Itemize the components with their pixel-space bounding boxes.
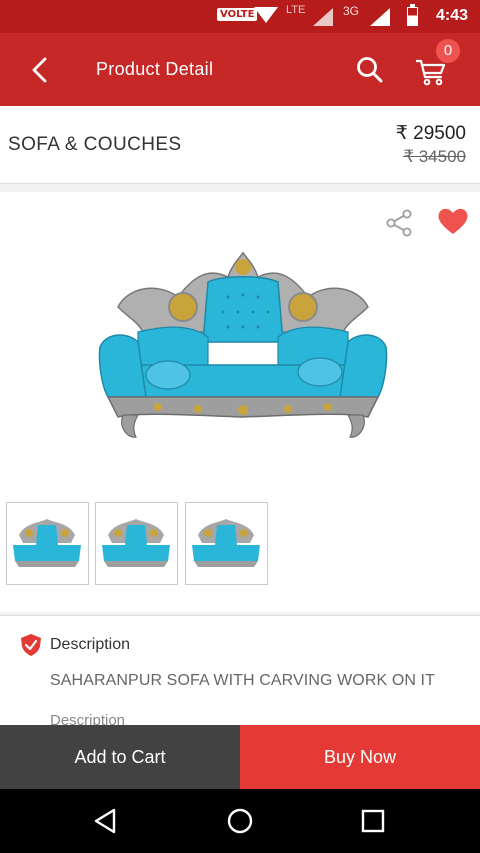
status-bar: VOLTE LTE 3G 4:43 — [0, 0, 480, 33]
shield-check-icon — [21, 634, 41, 656]
thumbnail-1[interactable] — [6, 502, 89, 585]
nav-recents-icon[interactable] — [359, 807, 387, 835]
heart-icon[interactable] — [437, 206, 469, 236]
product-header: SOFA & COUCHES ₹ 29500 ₹ 34500 — [0, 106, 480, 184]
product-price: ₹ 29500 — [395, 123, 466, 144]
clock: 4:43 — [435, 7, 468, 24]
nav-home-icon[interactable] — [226, 807, 254, 835]
product-name: SOFA & COUCHES — [8, 134, 182, 155]
back-arrow-icon[interactable] — [26, 55, 56, 85]
thumbnail-3[interactable] — [185, 502, 268, 585]
system-nav-bar — [0, 789, 480, 853]
volte-indicator: VOLTE — [217, 8, 258, 21]
share-icon[interactable] — [384, 208, 414, 238]
description-section: Description SAHARANPUR SOFA WITH CARVING… — [0, 615, 480, 730]
battery-icon — [407, 4, 418, 26]
signal-icon — [370, 8, 390, 26]
search-icon[interactable] — [355, 55, 385, 85]
page-title: Product Detail — [96, 59, 214, 79]
thumbnail-image — [192, 519, 260, 567]
screen: VOLTE LTE 3G 4:43 Product Detail 0 SOFA … — [0, 0, 480, 853]
description-text: SAHARANPUR SOFA WITH CARVING WORK ON IT — [50, 672, 435, 689]
thumbnail-2[interactable] — [95, 502, 178, 585]
network-type: 3G — [343, 4, 360, 18]
thumbnail-image — [102, 519, 170, 567]
product-old-price: ₹ 34500 — [403, 147, 466, 166]
product-gallery — [0, 192, 480, 612]
product-image[interactable] — [98, 247, 388, 447]
add-to-cart-button[interactable]: Add to Cart — [0, 725, 240, 789]
wifi-icon — [254, 7, 278, 23]
description-label: Description — [50, 636, 131, 653]
thumbnail-image — [13, 519, 81, 567]
app-bar: Product Detail 0 — [0, 33, 480, 106]
cart-count-badge: 0 — [436, 39, 460, 63]
buy-now-button[interactable]: Buy Now — [240, 725, 480, 789]
signal-icon — [313, 8, 333, 26]
nav-back-icon[interactable] — [92, 807, 120, 835]
lte-indicator: LTE — [286, 4, 306, 16]
action-bar: Add to Cart Buy Now — [0, 725, 480, 789]
